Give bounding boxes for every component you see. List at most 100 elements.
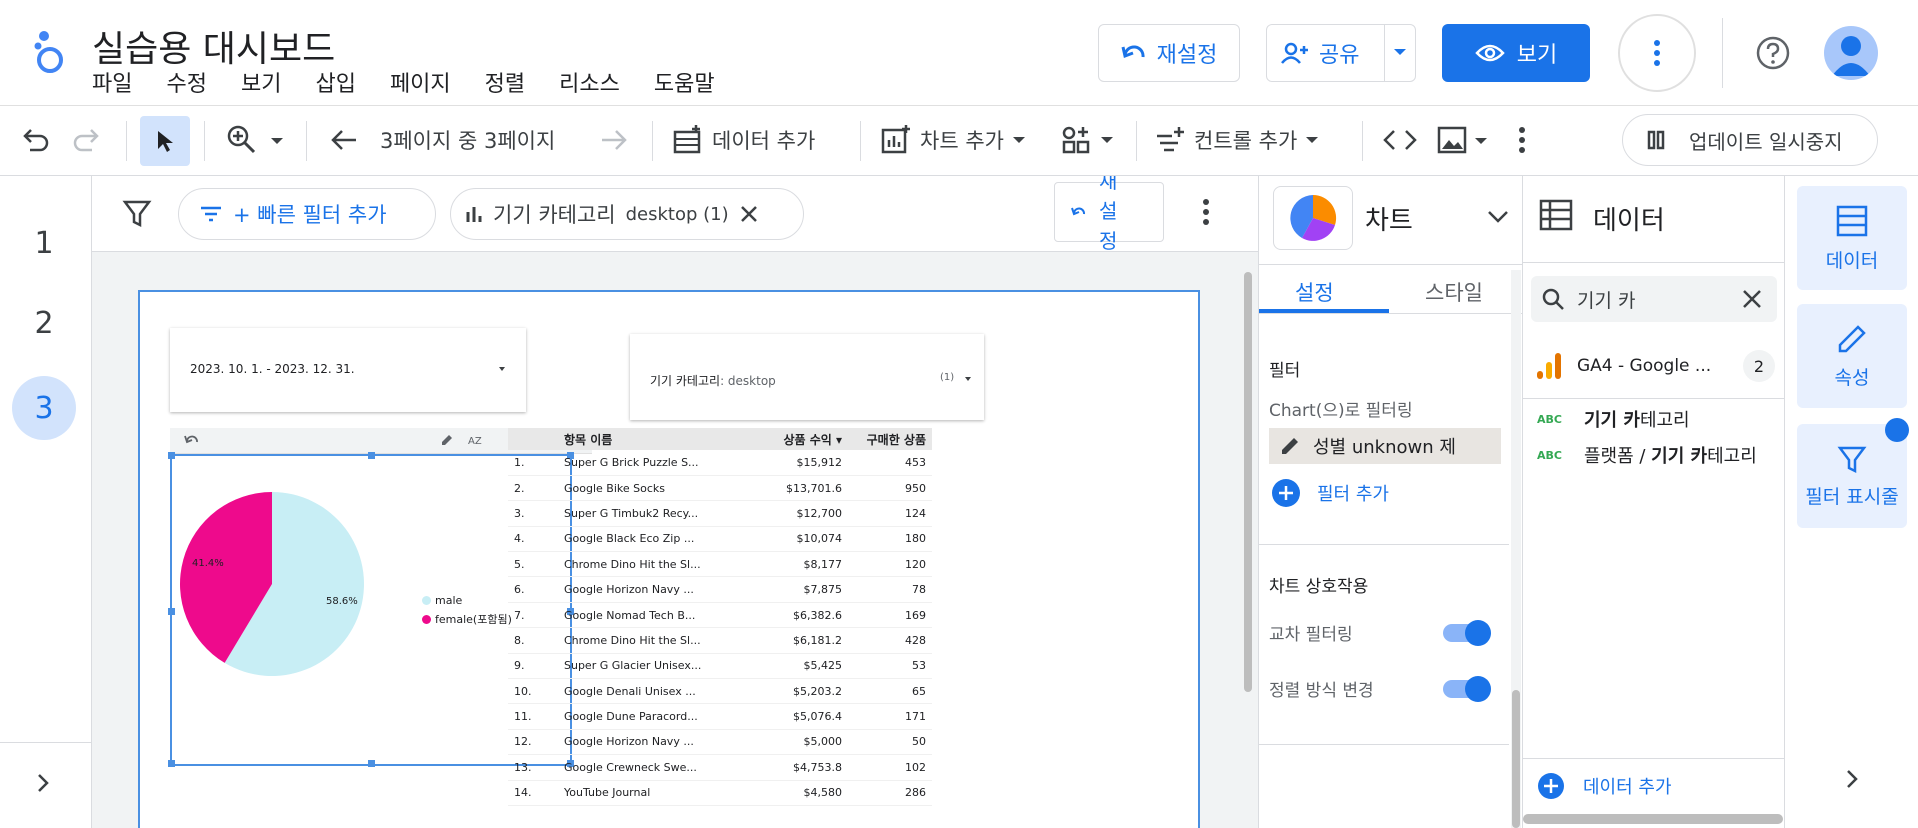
chevron-down-icon[interactable] — [1487, 210, 1509, 224]
change-sort-toggle[interactable] — [1443, 676, 1491, 702]
previous-page-icon[interactable] — [330, 128, 358, 152]
zoom-dropdown-icon[interactable] — [270, 136, 284, 146]
filter-reset-button[interactable]: 재설정 — [1054, 176, 1164, 253]
table-header-purchased[interactable]: 구매한 상품 — [848, 428, 932, 450]
more-vert-icon[interactable] — [1202, 198, 1210, 226]
table-row[interactable]: 4. Google Black Eco Zip ... $10,074 180 — [508, 526, 932, 553]
field-search-box[interactable]: 기기 카 — [1531, 276, 1777, 322]
page-item-2[interactable]: 2 — [0, 306, 88, 341]
menu-page[interactable]: 페이지 — [390, 66, 451, 98]
filter-icon[interactable] — [122, 198, 152, 228]
undo-icon[interactable] — [20, 126, 50, 154]
embed-code-icon[interactable] — [1382, 126, 1418, 154]
chevron-down-icon[interactable] — [1474, 136, 1488, 146]
table-row[interactable]: 5. Chrome Dino Hit the Sl... $8,177 120 — [508, 551, 932, 578]
more-vert-icon[interactable] — [1518, 126, 1526, 154]
menu-file[interactable]: 파일 — [92, 66, 132, 98]
image-icon[interactable] — [1436, 124, 1468, 156]
date-range-control[interactable]: 2023. 10. 1. - 2023. 12. 31. — [170, 328, 526, 412]
close-icon[interactable] — [739, 204, 759, 224]
tab-setup[interactable]: 설정 — [1295, 277, 1334, 307]
resize-handle[interactable] — [168, 760, 175, 767]
props-scrollbar-thumb[interactable] — [1512, 690, 1520, 828]
undo-icon[interactable] — [184, 434, 200, 446]
resize-handle[interactable] — [368, 760, 375, 767]
chevron-right-icon[interactable] — [1845, 768, 1859, 790]
resize-handle[interactable] — [168, 452, 175, 459]
menu-view[interactable]: 보기 — [241, 66, 281, 98]
table-row[interactable]: 7. Google Nomad Tech B... $6,382.6 169 — [508, 602, 932, 629]
resize-handle[interactable] — [368, 452, 375, 459]
filter-item[interactable]: 성별 unknown 제 — [1269, 428, 1501, 464]
device-category-filter-chip[interactable]: 기기 카테고리 desktop (1) — [450, 188, 804, 240]
cross-filter-toggle[interactable] — [1443, 620, 1491, 646]
rail-data-button[interactable]: 데이터 — [1797, 186, 1907, 290]
menu-edit[interactable]: 수정 — [166, 66, 206, 98]
menu-insert[interactable]: 삽입 — [315, 66, 355, 98]
select-tool-button[interactable] — [140, 116, 190, 166]
table-header-name[interactable]: 항목 이름 — [558, 428, 738, 450]
table-row[interactable]: 8. Chrome Dino Hit the Sl... $6,181.2 428 — [508, 627, 932, 654]
zoom-icon[interactable] — [226, 124, 260, 156]
data-panel-scrollbar[interactable] — [1523, 814, 1783, 824]
resize-handle[interactable] — [168, 608, 175, 615]
avatar[interactable] — [1824, 26, 1878, 80]
help-icon[interactable] — [1756, 36, 1790, 70]
field-search-input[interactable]: 기기 카 — [1577, 286, 1729, 313]
table-row[interactable]: 3. Super G Timbuk2 Recy... $12,700 124 — [508, 500, 932, 527]
tab-style[interactable]: 스타일 — [1425, 277, 1483, 307]
table-header-revenue[interactable]: 상품 수익 ▾ — [738, 428, 848, 450]
report-title[interactable]: 실습용 대시보드 — [92, 20, 335, 72]
chart-type-icon[interactable] — [1273, 186, 1353, 250]
rail-properties-button[interactable]: 속성 — [1797, 304, 1907, 408]
menu-arrange[interactable]: 정렬 — [485, 66, 525, 98]
community-visualization-button[interactable] — [1060, 120, 1114, 160]
canvas-scrollbar-thumb[interactable] — [1244, 272, 1252, 692]
table-row[interactable]: 10. Google Denali Unisex ... $5,203.2 65 — [508, 678, 932, 705]
view-button[interactable]: 보기 — [1442, 24, 1590, 82]
add-data-footer-button[interactable]: 데이터 추가 — [1537, 772, 1672, 800]
page-item-3[interactable]: 3 — [12, 376, 76, 440]
add-quick-filter-button[interactable]: + 빠른 필터 추가 — [178, 188, 436, 240]
close-icon[interactable] — [1741, 288, 1763, 310]
redo-icon[interactable] — [72, 126, 102, 154]
share-dropdown-icon[interactable] — [1392, 46, 1408, 58]
expand-pages-icon[interactable] — [36, 772, 50, 794]
sort-az-icon[interactable]: AZ — [468, 433, 486, 447]
legend-item-female[interactable]: female(포함됨) — [422, 611, 512, 627]
toolbar-divider — [1362, 121, 1363, 161]
table-row[interactable]: 9. Super G Glacier Unisex... $5,425 53 — [508, 653, 932, 680]
device-category-control[interactable]: 기기 카테고리: desktop (1) — [630, 334, 984, 420]
canvas-scrollbar[interactable] — [1242, 252, 1254, 828]
looker-studio-logo-icon[interactable] — [30, 28, 66, 76]
add-data-button[interactable]: 데이터 추가 — [672, 120, 815, 160]
edit-icon[interactable] — [1279, 435, 1301, 457]
field-item-device-category[interactable]: ABC 기기 카테고리 — [1537, 406, 1690, 432]
field-item-platform-device-category[interactable]: ABC 플랫폼 / 기기 카테고리 — [1537, 442, 1757, 468]
add-chart-button[interactable]: 차트 추가 — [880, 120, 1026, 160]
add-control-button[interactable]: 컨트롤 추가 — [1154, 120, 1319, 160]
edit-icon[interactable] — [440, 433, 454, 447]
item-revenue: $5,203.2 — [738, 678, 848, 705]
chevron-down-icon — [1012, 135, 1026, 145]
undo-icon — [1121, 43, 1147, 63]
menu-help[interactable]: 도움말 — [654, 66, 715, 98]
table-row[interactable]: 2. Google Bike Socks $13,701.6 950 — [508, 475, 932, 502]
more-options-button[interactable] — [1618, 14, 1696, 92]
page-item-1[interactable]: 1 — [0, 226, 88, 261]
pause-updates-button[interactable]: 업데이트 일시중지 — [1622, 114, 1878, 166]
reset-button[interactable]: 재설정 — [1098, 24, 1240, 82]
table-row[interactable]: 1. Super G Brick Puzzle S... $15,912 453 — [508, 450, 932, 476]
props-scrollbar[interactable] — [1511, 270, 1521, 828]
data-table[interactable]: 항목 이름 상품 수익 ▾ 구매한 상품 1. Super G Brick Puz… — [508, 428, 932, 806]
table-row[interactable]: 6. Google Horizon Navy ... $7,875 78 — [508, 576, 932, 603]
data-source-row[interactable]: GA4 - Google ... 2 — [1535, 346, 1775, 386]
add-filter-button[interactable]: 필터 추가 — [1271, 478, 1389, 508]
table-row[interactable]: 13. Google Crewneck Swe... $4,753.8 102 — [508, 754, 932, 781]
menu-resource[interactable]: 리소스 — [559, 66, 620, 98]
legend-item-male[interactable]: male — [422, 594, 512, 607]
table-row[interactable]: 14. YouTube Journal $4,580 286 — [508, 780, 932, 806]
table-row[interactable]: 11. Google Dune Paracord... $5,076.4 171 — [508, 703, 932, 730]
view-button-label: 보기 — [1516, 43, 1558, 68]
table-row[interactable]: 12. Google Horizon Navy ... $5,000 50 — [508, 729, 932, 756]
